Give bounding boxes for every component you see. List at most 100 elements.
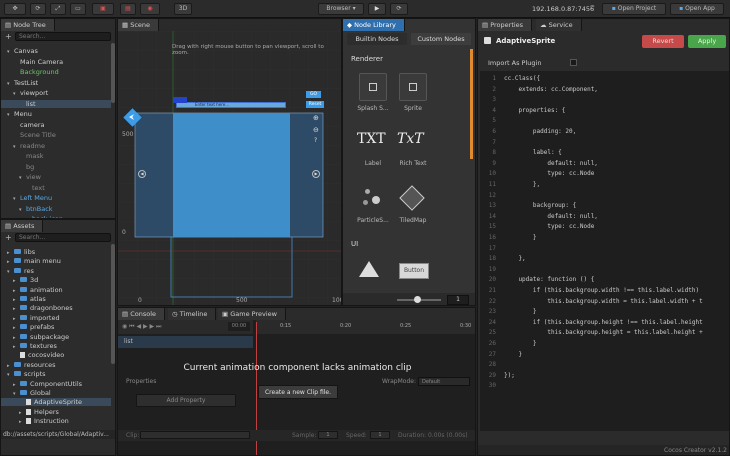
node-tree-item[interactable]: ▾ viewport [13,89,48,98]
tab-properties[interactable]: ▤ Properties [478,19,533,31]
sample-input[interactable]: 1 [318,431,338,439]
tab-assets[interactable]: ▤ Assets [1,220,44,232]
asset-item[interactable]: ▸ subpackage [13,333,69,342]
node-tree-item[interactable]: ▾ readme [13,142,45,151]
asset-item[interactable]: ▸ main menu [7,257,61,266]
node-tree-item[interactable]: ▾ btnBack [19,205,53,214]
asset-item[interactable]: ▸ resources [7,361,56,370]
expand-arrow-icon[interactable]: ▾ [7,80,14,88]
splash-sprite-node[interactable] [359,73,387,101]
tiledmap-node-icon[interactable] [399,185,425,211]
tab-node-tree[interactable]: ▤ Node Tree [1,19,55,31]
node-tree-item[interactable]: Background [13,68,59,76]
tab-timeline[interactable]: ◷ Timeline [168,308,217,320]
node-tree-item[interactable]: camera [13,121,45,129]
icon-size-input[interactable]: 1 [447,295,469,305]
expand-arrow-icon[interactable]: ▾ [13,390,20,398]
node-tree-item[interactable]: list [1,99,111,108]
wrapmode-select[interactable]: Default [418,377,470,386]
expand-arrow-icon[interactable]: ▸ [13,305,20,313]
scene-viewport[interactable] [118,31,342,306]
expand-arrow-icon[interactable]: ▸ [7,362,14,370]
library-scrollbar[interactable] [470,49,473,159]
clip-select[interactable] [140,431,250,439]
ui-widget-node-icon[interactable] [359,261,379,277]
scale-tool-button[interactable]: ⤢ [50,3,66,15]
add-node-icon[interactable]: + [5,32,13,41]
expand-arrow-icon[interactable]: ▾ [13,143,20,151]
speed-input[interactable]: 1 [370,431,390,439]
tab-scene[interactable]: ▦ Scene [118,19,160,31]
frame-input[interactable]: 00:00 [228,322,250,331]
node-tree-item[interactable]: Scene Title [13,131,56,139]
sprite-node[interactable] [399,73,427,101]
node-tree-item[interactable]: ▾ Menu [7,110,32,119]
asset-item[interactable]: cocosvideo [13,351,64,359]
rect-tool-button[interactable]: ▭ [70,3,86,15]
3d-toggle-button[interactable]: 3D [174,3,192,15]
asset-item[interactable]: AdaptiveSprite [1,398,111,407]
node-search-input[interactable]: Search... [15,32,111,41]
label-node-icon[interactable]: TXT [357,131,386,147]
node-tree-item[interactable]: ▾ Left Menu [13,194,52,203]
expand-arrow-icon[interactable]: ▾ [7,371,14,379]
expand-arrow-icon[interactable]: ▸ [13,334,20,342]
tab-service[interactable]: ☁ Service [536,19,582,31]
move-tool-button[interactable]: ✥ [4,3,26,15]
expand-arrow-icon[interactable]: ▸ [13,277,20,285]
asset-item[interactable]: ▾ Global [13,389,51,398]
node-tree-item[interactable]: ▾ Canvas [7,47,38,56]
asset-item[interactable]: ▸ Helpers [19,408,59,417]
expand-arrow-icon[interactable]: ▾ [7,268,14,276]
scene-go-button[interactable]: GO [306,91,321,98]
node-tree-item[interactable]: ▾ TestList [7,79,38,88]
node-tree-item[interactable]: text [25,184,45,192]
asset-item[interactable]: ▸ libs [7,248,35,257]
node-tree-scrollbar[interactable] [111,43,115,103]
import-as-plugin-checkbox[interactable] [570,59,577,66]
tab-custom-nodes[interactable]: Custom Nodes [411,33,471,45]
tab-node-library[interactable]: ◆ Node Library [343,19,405,31]
expand-arrow-icon[interactable]: ▸ [7,258,14,266]
node-tree-item[interactable]: Main Camera [13,58,63,66]
asset-item[interactable]: ▸ prefabs [13,323,54,332]
asset-item[interactable]: ▸ animation [13,286,63,295]
pivot-button[interactable]: ▣ [92,3,114,15]
apply-button[interactable]: Apply [688,35,726,48]
tab-console[interactable]: ▤ Console [118,308,166,320]
expand-arrow-icon[interactable]: ▸ [19,409,26,417]
expand-arrow-icon[interactable]: ▸ [13,315,20,323]
create-clip-button[interactable]: Create a new Clip file. [258,385,338,399]
expand-arrow-icon[interactable]: ▸ [7,249,14,257]
asset-item[interactable]: ▸ ComponentUtils [13,380,82,389]
rich-text-node-icon[interactable]: TxT [397,131,424,147]
expand-arrow-icon[interactable]: ▸ [13,343,20,351]
open-app-button[interactable]: ▪ Open App [670,3,724,15]
expand-arrow-icon[interactable]: ▸ [13,287,20,295]
asset-item[interactable]: ▸ textures [13,342,57,351]
add-property-button[interactable]: Add Property [136,394,236,407]
asset-item[interactable]: ▸ atlas [13,295,46,304]
scene-input-box[interactable]: Enter text here... [176,102,286,108]
asset-item[interactable]: ▸ imported [13,314,60,323]
add-asset-icon[interactable]: + [5,233,13,242]
icon-size-slider[interactable] [414,296,421,303]
tab-game-preview[interactable]: ▣ Game Preview [218,308,286,320]
asset-search-input[interactable]: Search... [15,233,111,242]
expand-arrow-icon[interactable]: ▾ [7,111,14,119]
record-button[interactable]: ◉ [140,3,160,15]
asset-item[interactable]: ▸ dragonbones [13,304,73,313]
button-node[interactable]: Button [399,263,429,279]
expand-arrow-icon[interactable]: ▸ [19,418,26,426]
open-project-button[interactable]: ▪ Open Project [602,3,666,15]
asset-item[interactable]: ▸ Instruction [19,417,69,426]
scene-reset-button[interactable]: Reset [306,101,324,108]
expand-arrow-icon[interactable]: ▾ [13,90,20,98]
expand-arrow-icon[interactable]: ▸ [13,381,20,389]
node-tree-item[interactable]: mask [19,152,43,160]
revert-button[interactable]: Revert [642,35,684,48]
tab-builtin-nodes[interactable]: Builtin Nodes [347,33,407,45]
expand-arrow-icon[interactable]: ▾ [7,48,14,56]
asset-item[interactable]: ▾ scripts [7,370,46,379]
refresh-button[interactable]: ⟳ [390,3,408,15]
